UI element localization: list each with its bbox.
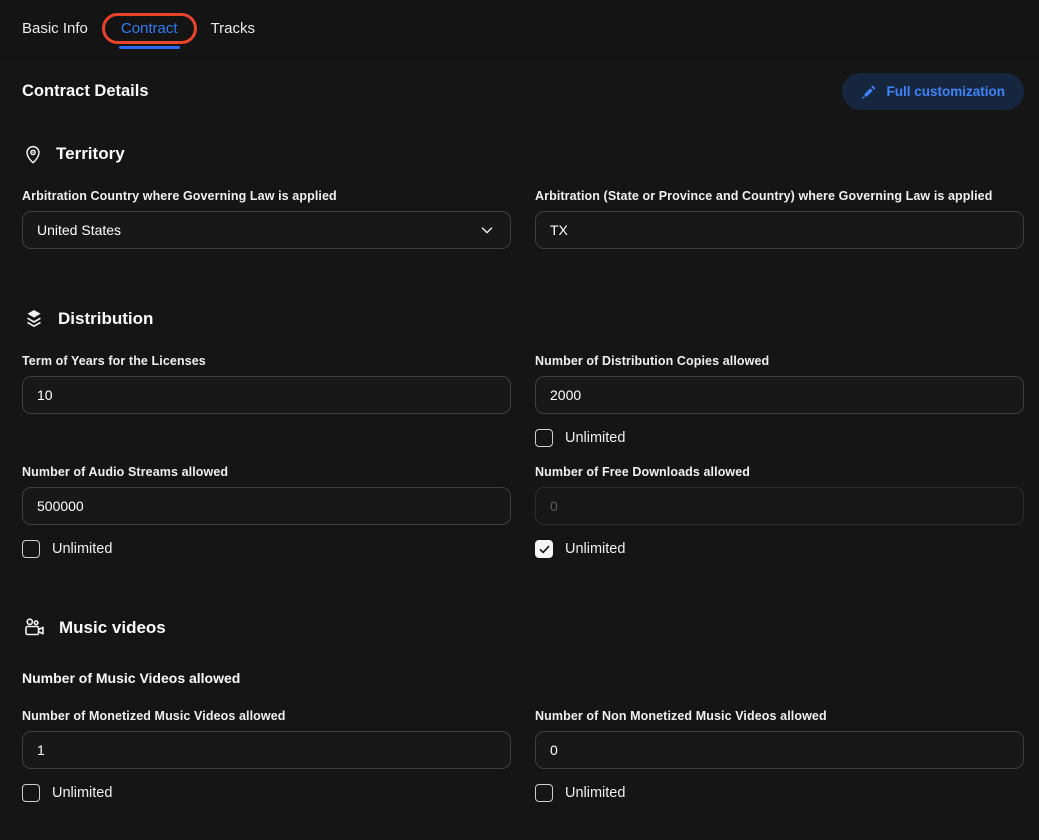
page-title: Contract Details bbox=[22, 82, 149, 101]
section-title-distribution: Distribution bbox=[58, 309, 153, 329]
music-videos-row: Number of Monetized Music Videos allowed… bbox=[22, 709, 1024, 802]
distribution-copies-input[interactable] bbox=[535, 376, 1024, 414]
field-free-downloads: Number of Free Downloads allowed Unlimit… bbox=[535, 465, 1024, 558]
field-label: Arbitration (State or Province and Count… bbox=[535, 189, 1024, 203]
unlimited-label: Unlimited bbox=[565, 541, 625, 557]
tab-contract[interactable]: Contract bbox=[121, 20, 178, 37]
active-tab-underline bbox=[119, 46, 180, 49]
movie-camera-icon bbox=[22, 616, 47, 640]
field-label: Number of Audio Streams allowed bbox=[22, 465, 511, 479]
unlimited-label: Unlimited bbox=[565, 785, 625, 801]
unlimited-row: Unlimited bbox=[22, 784, 511, 802]
full-customization-button[interactable]: Full customization bbox=[842, 73, 1024, 110]
unlimited-label: Unlimited bbox=[52, 541, 112, 557]
tab-bar: Basic Info Contract Tracks bbox=[0, 0, 1039, 58]
term-years-input[interactable] bbox=[22, 376, 511, 414]
unlimited-row: Unlimited bbox=[535, 540, 1024, 558]
monetized-videos-input[interactable] bbox=[22, 731, 511, 769]
contract-form: Contract Details Full customization Terr… bbox=[0, 73, 1039, 830]
unlimited-checkbox[interactable] bbox=[22, 540, 40, 558]
chevron-down-icon bbox=[478, 221, 496, 239]
location-pin-icon bbox=[22, 142, 44, 166]
free-downloads-input bbox=[535, 487, 1024, 525]
field-label: Number of Free Downloads allowed bbox=[535, 465, 1024, 479]
field-distribution-copies: Number of Distribution Copies allowed Un… bbox=[535, 354, 1024, 447]
unlimited-row: Unlimited bbox=[22, 540, 511, 558]
tab-tracks[interactable]: Tracks bbox=[211, 20, 255, 37]
tab-basic-info[interactable]: Basic Info bbox=[22, 20, 88, 37]
field-arbitration-country: Arbitration Country where Governing Law … bbox=[22, 189, 511, 249]
audio-streams-input[interactable] bbox=[22, 487, 511, 525]
select-value: United States bbox=[37, 222, 121, 238]
distribution-row-2: Number of Audio Streams allowed Unlimite… bbox=[22, 465, 1024, 558]
field-audio-streams: Number of Audio Streams allowed Unlimite… bbox=[22, 465, 511, 558]
unlimited-checkbox[interactable] bbox=[535, 540, 553, 558]
field-arbitration-state: Arbitration (State or Province and Count… bbox=[535, 189, 1024, 249]
section-distribution-head: Distribution bbox=[22, 307, 1024, 331]
page-head: Contract Details Full customization bbox=[22, 73, 1024, 110]
unlimited-label: Unlimited bbox=[565, 430, 625, 446]
unlimited-checkbox[interactable] bbox=[535, 784, 553, 802]
field-label: Number of Monetized Music Videos allowed bbox=[22, 709, 511, 723]
arbitration-state-input[interactable] bbox=[535, 211, 1024, 249]
field-term-years: Term of Years for the Licenses bbox=[22, 354, 511, 447]
arbitration-country-select[interactable]: United States bbox=[22, 211, 511, 249]
field-label: Term of Years for the Licenses bbox=[22, 354, 511, 368]
field-non-monetized-videos: Number of Non Monetized Music Videos all… bbox=[535, 709, 1024, 802]
non-monetized-videos-input[interactable] bbox=[535, 731, 1024, 769]
section-title-territory: Territory bbox=[56, 144, 125, 164]
distribution-row-1: Term of Years for the Licenses Number of… bbox=[22, 354, 1024, 447]
annotation-ellipse: Contract bbox=[102, 13, 197, 44]
unlimited-checkbox[interactable] bbox=[22, 784, 40, 802]
pen-icon bbox=[861, 84, 877, 100]
music-videos-subheading: Number of Music Videos allowed bbox=[22, 670, 1024, 686]
field-label: Number of Non Monetized Music Videos all… bbox=[535, 709, 1024, 723]
layers-icon bbox=[22, 307, 46, 331]
territory-fields-row: Arbitration Country where Governing Law … bbox=[22, 189, 1024, 249]
unlimited-label: Unlimited bbox=[52, 785, 112, 801]
field-monetized-videos: Number of Monetized Music Videos allowed… bbox=[22, 709, 511, 802]
section-music-videos-head: Music videos bbox=[22, 616, 1024, 640]
field-label: Number of Distribution Copies allowed bbox=[535, 354, 1024, 368]
field-label: Arbitration Country where Governing Law … bbox=[22, 189, 511, 203]
unlimited-row: Unlimited bbox=[535, 784, 1024, 802]
full-customization-label: Full customization bbox=[886, 84, 1005, 99]
section-title-music-videos: Music videos bbox=[59, 618, 166, 638]
section-territory-head: Territory bbox=[22, 142, 1024, 166]
unlimited-checkbox[interactable] bbox=[535, 429, 553, 447]
unlimited-row: Unlimited bbox=[535, 429, 1024, 447]
